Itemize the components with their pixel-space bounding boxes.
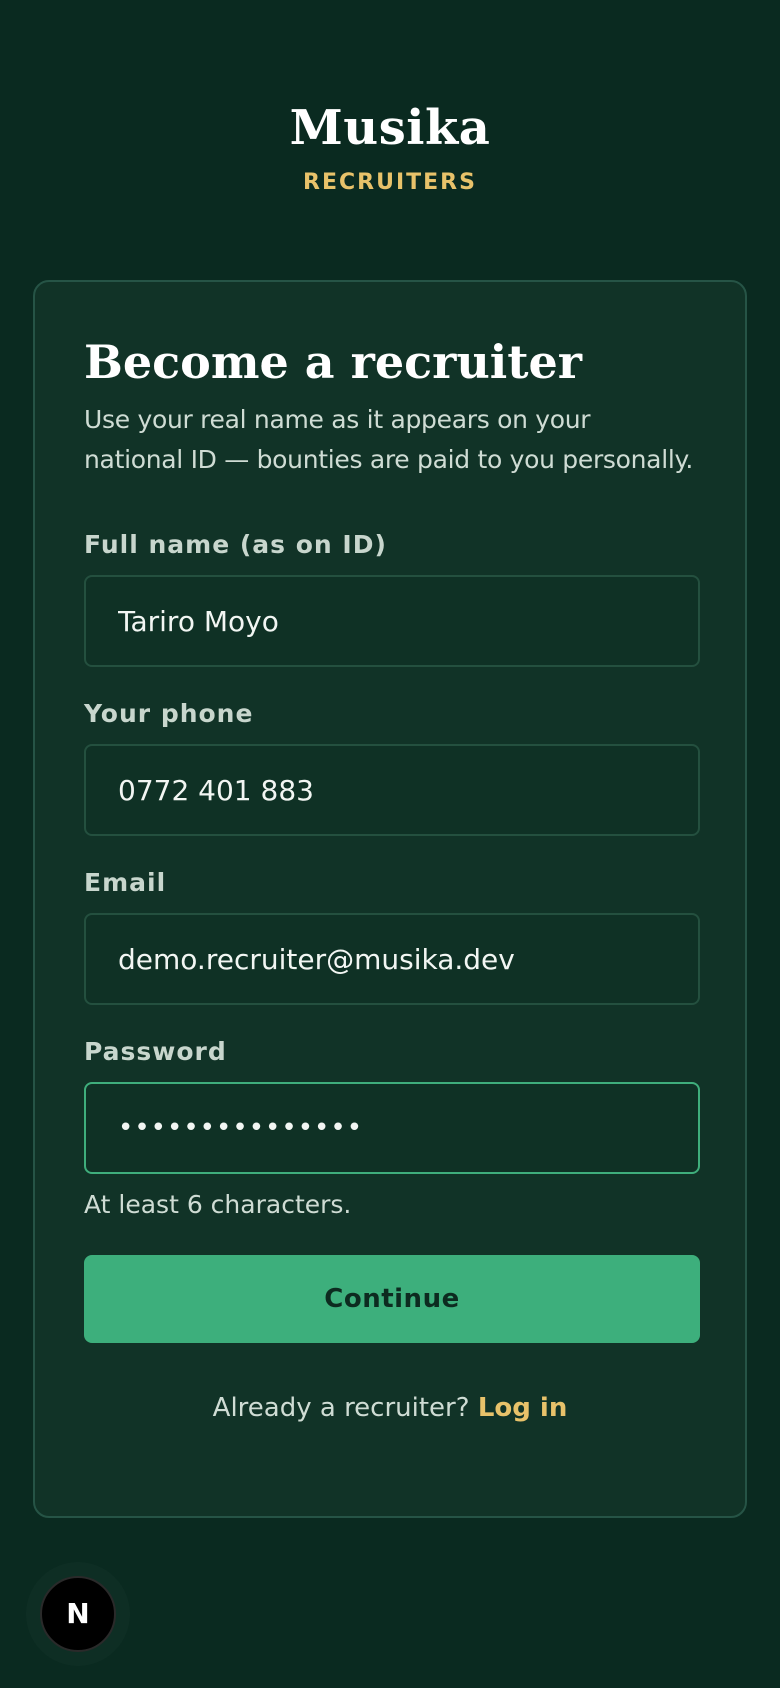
nextjs-logo-svg: N (66, 1597, 89, 1630)
login-row: Already a recruiter? Log in (84, 1393, 696, 1423)
full-name-input[interactable] (84, 575, 700, 667)
signup-page: Musika RECRUITERS Become a recruiter Use… (0, 0, 780, 1688)
signup-card: Become a recruiter Use your real name as… (33, 280, 747, 1518)
card-description: Use your real name as it appears on your… (84, 405, 694, 474)
phone-input[interactable] (84, 744, 700, 836)
password-input[interactable] (84, 1082, 700, 1174)
card-title: Become a recruiter (84, 335, 583, 389)
login-link[interactable]: Log in (478, 1393, 568, 1423)
brand-name: Musika (289, 100, 491, 156)
nextjs-letter: N (66, 1597, 89, 1630)
email-label: Email (84, 868, 167, 897)
continue-button[interactable]: Continue (84, 1255, 700, 1343)
brand-subtitle: RECRUITERS (303, 170, 477, 195)
nextjs-logo-icon[interactable]: N (40, 1576, 116, 1652)
phone-label: Your phone (84, 699, 254, 728)
brand-header: Musika RECRUITERS (0, 98, 780, 195)
login-prompt: Already a recruiter? (212, 1393, 470, 1423)
password-hint: At least 6 characters. (84, 1190, 352, 1219)
full-name-label: Full name (as on ID) (84, 530, 387, 559)
email-input[interactable] (84, 913, 700, 1005)
password-label: Password (84, 1037, 227, 1066)
